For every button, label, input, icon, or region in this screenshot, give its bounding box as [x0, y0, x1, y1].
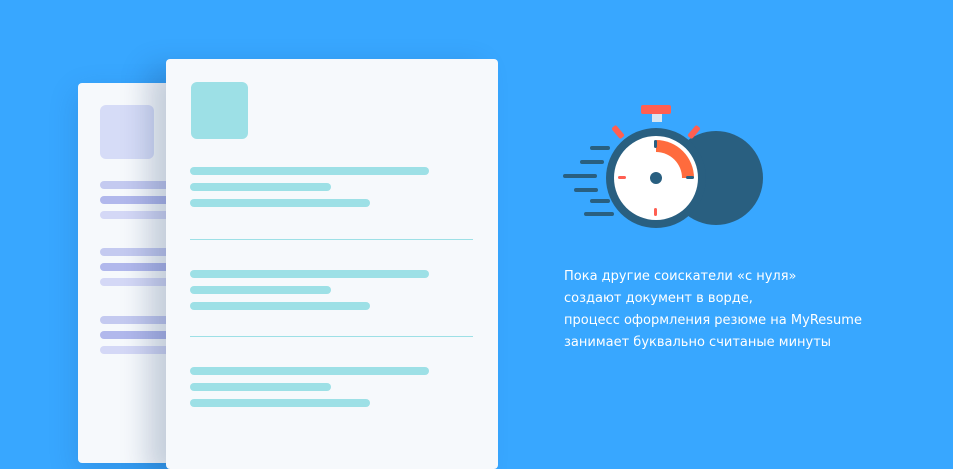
text-line	[190, 383, 331, 391]
stopwatch-icon	[563, 105, 763, 228]
text-line	[190, 183, 331, 191]
caption-line-4: занимает буквально считаные минуты	[564, 335, 832, 350]
section-divider	[190, 336, 473, 337]
resume-document-front	[166, 59, 498, 469]
text-line	[190, 199, 370, 207]
text-line	[190, 270, 429, 278]
caption-line-2: создают документ в ворде,	[564, 291, 753, 306]
text-line	[190, 302, 370, 310]
section-divider	[190, 239, 473, 240]
caption-line-3: процесс оформления резюме на MyResume	[564, 313, 862, 328]
caption-text: Пока другие соискатели «с нуля» создают …	[564, 266, 944, 354]
photo-placeholder-front	[191, 82, 248, 139]
text-line	[190, 286, 331, 294]
caption-line-1: Пока другие соискатели «с нуля»	[564, 269, 797, 284]
photo-placeholder-back	[100, 105, 154, 159]
text-line	[190, 399, 370, 407]
text-line	[190, 367, 429, 375]
text-line	[190, 167, 429, 175]
